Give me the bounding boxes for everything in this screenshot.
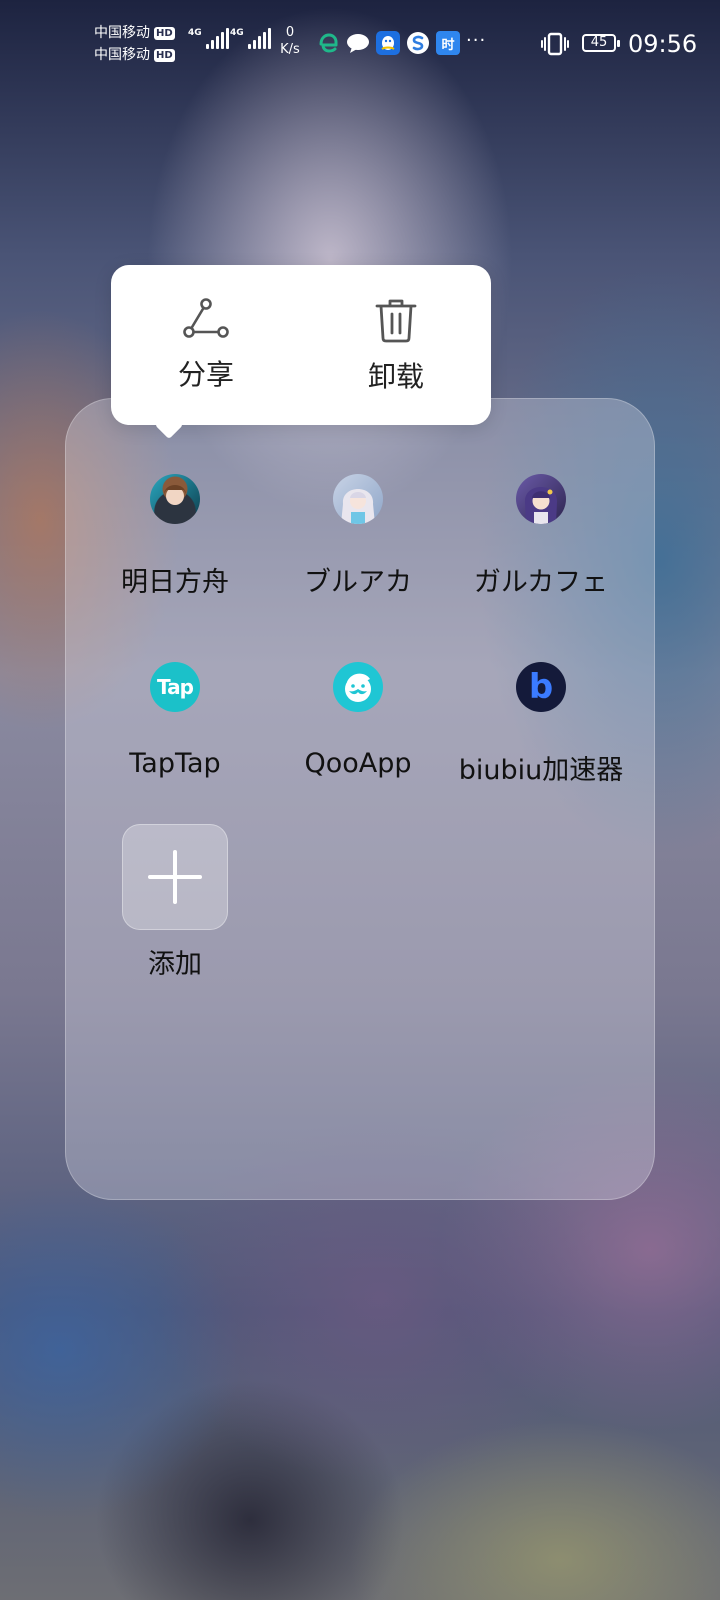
- carrier-1: 中国移动 HD: [94, 22, 175, 44]
- app-name: TapTap: [129, 748, 221, 779]
- app-name: QooApp: [304, 748, 412, 779]
- app-name: ガルカフェ: [473, 567, 609, 598]
- network-speed-value: 0: [285, 25, 295, 40]
- uninstall-button[interactable]: 卸载: [301, 265, 491, 425]
- app-arknights[interactable]: 明日方舟: [83, 474, 267, 599]
- chat-bubble-icon: [346, 31, 370, 55]
- uninstall-label: 卸载: [367, 360, 424, 393]
- network-speed-unit: K/s: [280, 42, 300, 57]
- network-type-2: 4G: [230, 28, 244, 38]
- edge-browser-icon: [316, 31, 340, 55]
- more-notifications-icon: ···: [466, 30, 487, 51]
- battery-icon: 45: [582, 34, 620, 52]
- app-context-menu: 分享 卸载: [111, 265, 491, 440]
- app-name: ブルアカ: [304, 567, 412, 598]
- qq-icon: [376, 31, 400, 55]
- taptap-icon: Tap: [150, 662, 200, 712]
- carrier-2-name: 中国移动: [94, 47, 150, 63]
- time-app-glyph: 时: [441, 37, 455, 53]
- biubiu-icon: b: [516, 662, 566, 712]
- signal-strength-2-icon: 4G: [230, 28, 271, 49]
- share-label: 分享: [177, 358, 234, 391]
- blue-archive-icon: [333, 474, 383, 524]
- app-qooapp[interactable]: QooApp: [266, 662, 450, 779]
- arknights-icon: [150, 474, 200, 524]
- carrier-1-name: 中国移动: [94, 25, 150, 41]
- sogou-icon: [406, 31, 430, 55]
- share-button[interactable]: 分享: [111, 265, 301, 425]
- biubiu-logo-text: b: [528, 667, 554, 707]
- vibrate-mode-icon: [541, 32, 569, 56]
- status-bar: 中国移动 HD 中国移动 HD 4G 4G 0 K/s 时 ··· 45 09:…: [0, 0, 720, 90]
- trash-icon: [375, 299, 417, 343]
- qooapp-icon: [333, 662, 383, 712]
- app-blue-archive[interactable]: ブルアカ: [266, 474, 450, 599]
- network-speed: 0 K/s: [276, 24, 304, 58]
- add-app-label: 添加: [148, 949, 202, 980]
- hd-badge: HD: [154, 48, 175, 62]
- girls-cafe-icon: [516, 474, 566, 524]
- hd-badge: HD: [154, 26, 175, 40]
- signal-strength-1-icon: 4G: [188, 28, 229, 49]
- app-name: 明日方舟: [121, 567, 229, 598]
- status-clock: 09:56: [628, 30, 698, 58]
- app-taptap[interactable]: Tap TapTap: [83, 662, 267, 779]
- carrier-2: 中国移动 HD: [94, 44, 175, 66]
- share-icon: [183, 298, 229, 338]
- carrier-info: 中国移动 HD 中国移动 HD: [94, 22, 175, 66]
- add-app-button[interactable]: [122, 824, 228, 930]
- network-type-1: 4G: [188, 28, 202, 38]
- app-name: biubiu加速器: [458, 755, 624, 786]
- time-app-icon: 时: [436, 31, 460, 55]
- battery-level: 45: [590, 35, 608, 50]
- taptap-logo-text: Tap: [157, 675, 194, 699]
- app-biubiu[interactable]: b biubiu加速器: [449, 662, 633, 787]
- app-girls-cafe[interactable]: ガルカフェ: [449, 474, 633, 599]
